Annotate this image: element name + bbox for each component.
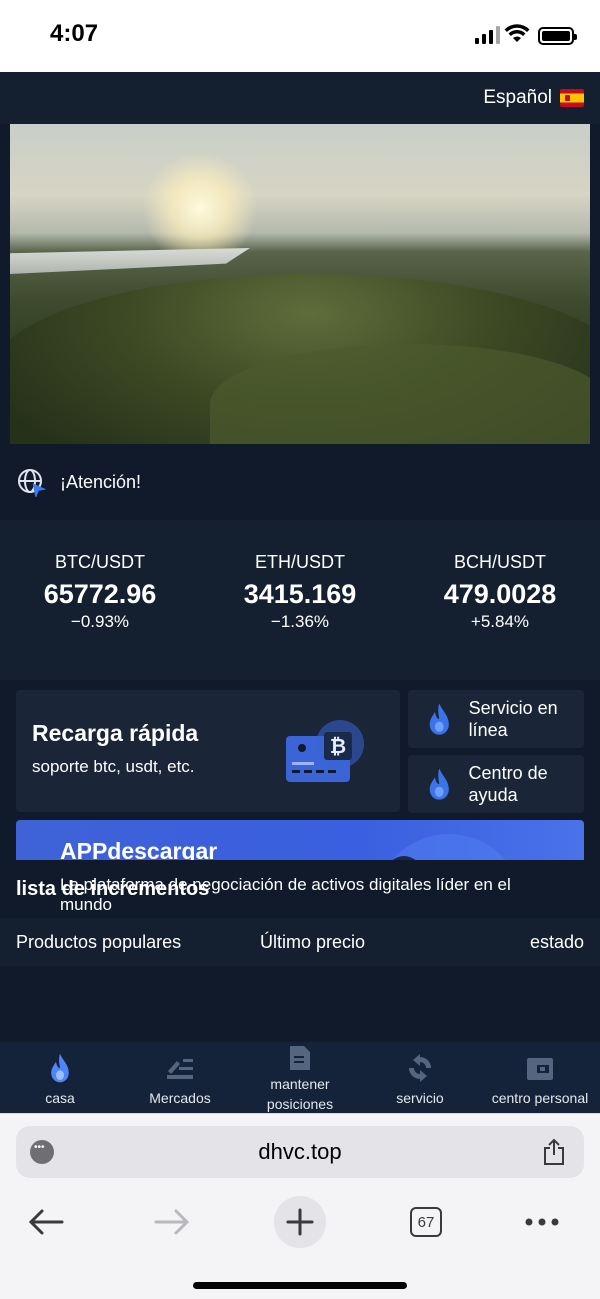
battery-icon — [538, 27, 577, 45]
globe-icon — [18, 469, 46, 497]
language-label: Español — [483, 87, 552, 108]
language-selector[interactable]: Español — [0, 72, 600, 124]
bottom-tab-bar: casa Mercados mantener posiciones servic… — [0, 1042, 600, 1113]
plus-icon — [286, 1208, 314, 1236]
new-tab-button[interactable] — [274, 1196, 326, 1248]
tab-mantener-posiciones[interactable]: mantener posiciones — [240, 1042, 360, 1113]
ticker-bch[interactable]: BCH/USDT 479.0028 +5.84% — [400, 552, 600, 680]
ticker-change: −1.36% — [270, 612, 330, 631]
more-options-button[interactable] — [518, 1198, 566, 1246]
tab-casa[interactable]: casa — [0, 1042, 120, 1113]
browser-nav-row: 67 — [0, 1192, 600, 1248]
column-header-status: estado — [529, 931, 584, 952]
url-text: dhvc.top — [258, 1139, 342, 1164]
tab-label: servicio — [396, 1090, 444, 1106]
tab-centro-personal[interactable]: centro personal — [480, 1042, 600, 1113]
online-service-card[interactable]: Servicio en línea — [408, 690, 584, 748]
status-bar: 4:07 — [0, 0, 600, 72]
feature-cards: Recarga rápida soporte btc, usdt, etc. ₿… — [0, 680, 600, 931]
ellipsis-icon — [525, 1218, 559, 1226]
help-center-label: Centro de ayuda — [468, 763, 548, 805]
refresh-icon — [409, 1054, 431, 1082]
wallet-icon — [527, 1058, 553, 1080]
back-arrow-icon — [28, 1209, 64, 1235]
app-download-banner[interactable]: APPdescargar La plataforma de negociació… — [16, 820, 584, 931]
tab-label: centro personal — [491, 1090, 589, 1106]
ticker-btc[interactable]: BTC/USDT 65772.96 −0.93% — [0, 552, 200, 680]
ticker-pair: BCH/USDT — [453, 552, 546, 572]
spain-flag-icon — [560, 89, 584, 107]
ticker-price: 65772.96 — [43, 579, 157, 609]
back-button[interactable] — [22, 1198, 70, 1246]
column-header-products: Productos populares — [16, 931, 182, 952]
ticker-change: +5.84% — [470, 612, 530, 631]
status-time: 4:07 — [50, 20, 99, 47]
online-service-label: Servicio en línea — [468, 698, 558, 740]
chart-icon — [167, 1059, 193, 1079]
tabs-overview-button[interactable]: 67 — [402, 1198, 450, 1246]
cellular-signal-icon — [475, 26, 500, 44]
ticker-price: 479.0028 — [443, 579, 557, 609]
notice-text: ¡Atención! — [60, 471, 142, 492]
ticker-strip: BTC/USDT 65772.96 −0.93% ETH/USDT 3415.1… — [0, 520, 600, 680]
help-center-card[interactable]: Centro de ayuda — [408, 755, 584, 813]
ticker-pair: BTC/USDT — [55, 552, 145, 572]
address-bar[interactable]: dhvc.top — [16, 1126, 584, 1178]
wifi-icon — [504, 24, 530, 42]
flame-icon — [429, 703, 449, 735]
app-content: Español ¡Atención! BTC/USDT 65772.96 −0.… — [0, 72, 600, 1113]
quick-recharge-card[interactable]: Recarga rápida soporte btc, usdt, etc. ₿ — [16, 690, 400, 812]
tab-mercados[interactable]: Mercados — [120, 1042, 240, 1113]
tab-label: mantener posiciones — [266, 1076, 334, 1112]
bitcoin-card-icon: ₿ — [286, 720, 364, 782]
svg-text:₿: ₿ — [330, 736, 346, 758]
forward-arrow-icon — [154, 1209, 190, 1235]
increments-header-row: Productos populares Último precio estado — [0, 918, 600, 966]
ticker-pair: ETH/USDT — [255, 552, 345, 572]
ticker-change: −0.93% — [70, 612, 130, 631]
notice-bar[interactable]: ¡Atención! — [0, 444, 600, 520]
browser-toolbar: dhvc.top 67 — [0, 1113, 600, 1299]
app-banner-subtitle: La plataforma de negociación de activos … — [60, 875, 511, 914]
flame-icon — [429, 768, 449, 800]
tab-count: 67 — [410, 1207, 442, 1237]
flame-icon — [51, 1053, 69, 1083]
ticker-price: 3415.169 — [243, 579, 357, 609]
hero-banner-image — [10, 124, 590, 444]
home-indicator — [193, 1282, 407, 1289]
tab-label: casa — [45, 1090, 75, 1106]
forward-button[interactable] — [148, 1198, 196, 1246]
document-icon — [290, 1046, 310, 1070]
share-icon[interactable] — [542, 1138, 566, 1166]
tab-label: Mercados — [149, 1090, 211, 1106]
tab-servicio[interactable]: servicio — [360, 1042, 480, 1113]
column-header-price: Último precio — [260, 931, 366, 952]
ticker-eth[interactable]: ETH/USDT 3415.169 −1.36% — [200, 552, 400, 680]
